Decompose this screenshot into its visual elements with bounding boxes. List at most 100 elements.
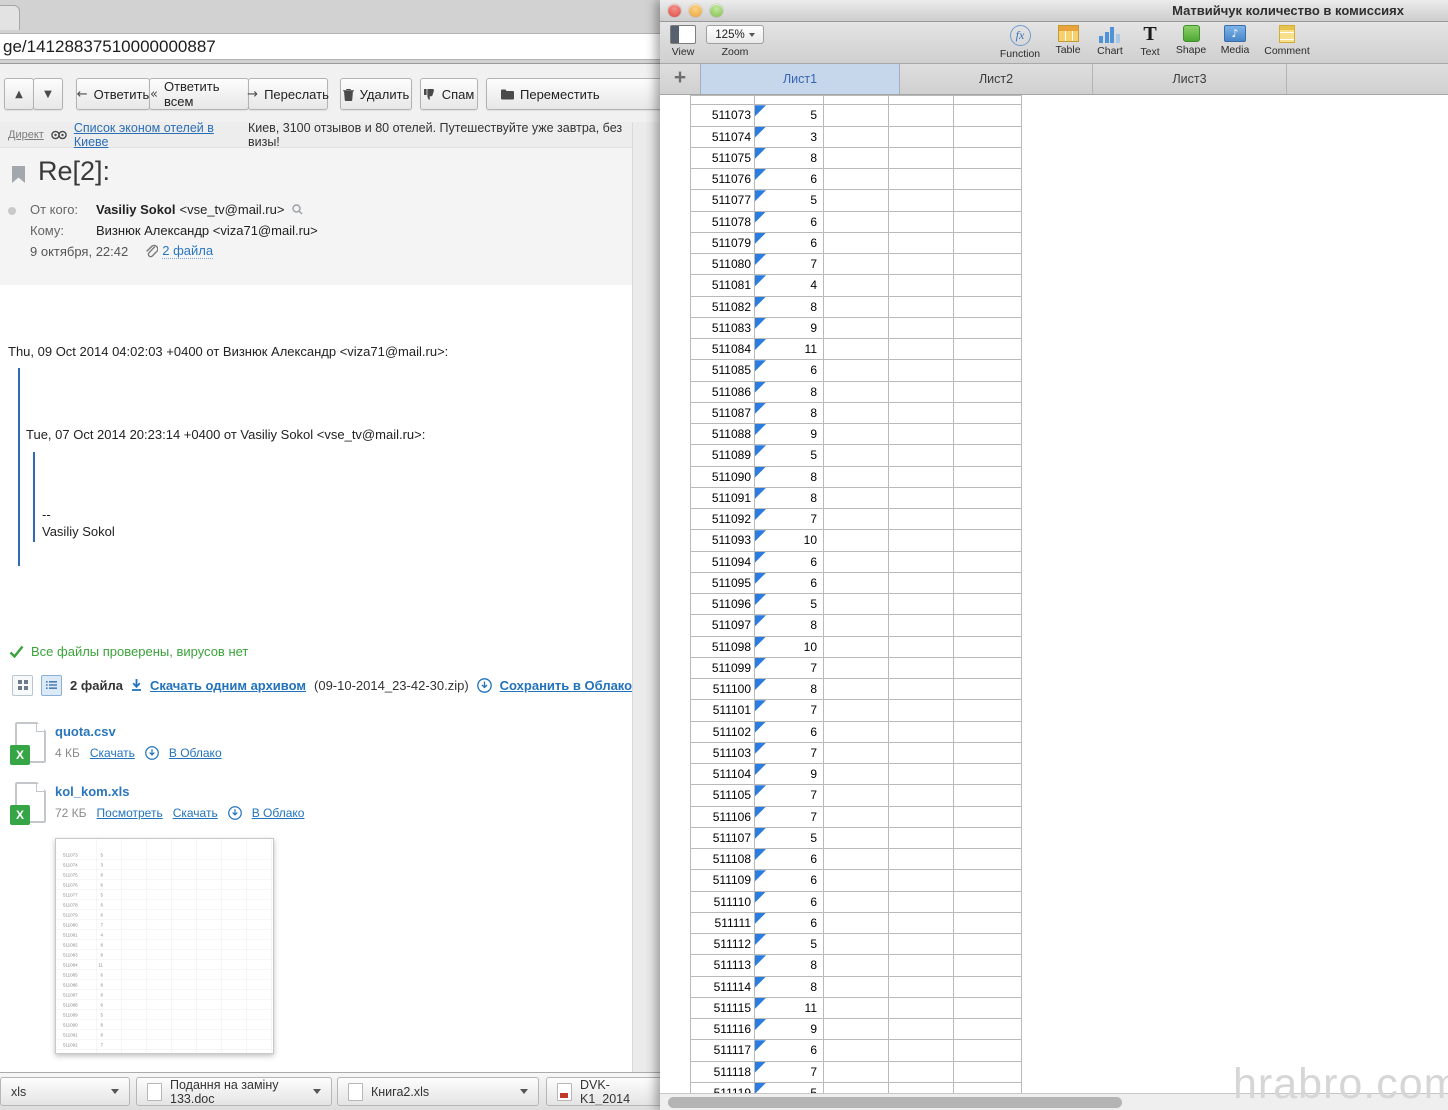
table-cell-value[interactable]: 8 bbox=[755, 977, 824, 998]
table-cell[interactable] bbox=[824, 679, 889, 700]
shape-button[interactable]: Shape bbox=[1170, 25, 1212, 56]
close-window-button[interactable] bbox=[668, 4, 681, 17]
table-cell-id[interactable]: 511102 bbox=[691, 722, 755, 743]
table-cell[interactable] bbox=[954, 722, 1022, 743]
table-cell[interactable] bbox=[889, 467, 954, 488]
table-cell-value[interactable]: 7 bbox=[755, 254, 824, 275]
table-cell[interactable] bbox=[824, 785, 889, 806]
table-cell-value[interactable]: 6 bbox=[755, 233, 824, 254]
table-cell[interactable] bbox=[889, 212, 954, 233]
table-cell-id[interactable]: 511080 bbox=[691, 254, 755, 275]
table-cell[interactable] bbox=[824, 998, 889, 1019]
table-cell-value[interactable]: 5 bbox=[755, 1083, 824, 1093]
table-cell[interactable] bbox=[824, 764, 889, 785]
table-cell[interactable] bbox=[889, 382, 954, 403]
table-cell[interactable] bbox=[954, 1040, 1022, 1061]
table-cell[interactable] bbox=[889, 913, 954, 934]
table-cell-id[interactable]: 511099 bbox=[691, 658, 755, 679]
sheet-tab-3[interactable]: Лист3 bbox=[1093, 64, 1287, 94]
download-item-2[interactable]: Подання на заміну 133.doc bbox=[136, 1077, 332, 1106]
table-cell-id[interactable]: 511081 bbox=[691, 275, 755, 296]
window-titlebar[interactable]: Матвийчук количество в комиссиях bbox=[660, 0, 1448, 22]
grid-view-toggle[interactable] bbox=[12, 675, 33, 696]
table-cell-value[interactable]: 9 bbox=[755, 318, 824, 339]
table-cell[interactable] bbox=[824, 1040, 889, 1061]
table-cell-id[interactable]: 511087 bbox=[691, 403, 755, 424]
table-cell[interactable] bbox=[824, 828, 889, 849]
table-cell-id[interactable]: 511098 bbox=[691, 637, 755, 658]
table-cell[interactable] bbox=[824, 233, 889, 254]
table-cell-id[interactable]: 511085 bbox=[691, 360, 755, 381]
zoom-control[interactable]: 125% Zoom bbox=[706, 25, 764, 58]
table-cell[interactable] bbox=[889, 1062, 954, 1083]
sheet-tab-1[interactable]: Лист1 bbox=[700, 64, 900, 94]
sheet-table[interactable]: 5110735511074351107585110766511077551107… bbox=[690, 95, 1022, 1093]
attachment-name[interactable]: kol_kom.xls bbox=[55, 784, 129, 799]
table-cell-id[interactable]: 511074 bbox=[691, 127, 755, 148]
table-cell-value[interactable]: 10 bbox=[755, 637, 824, 658]
table-cell[interactable] bbox=[954, 1019, 1022, 1040]
table-cell-id[interactable]: 511093 bbox=[691, 530, 755, 551]
ad-link[interactable]: Список эконом отелей в Киеве bbox=[74, 121, 241, 149]
attachment-cloud-link[interactable]: В Облако bbox=[169, 746, 222, 760]
table-cell[interactable] bbox=[889, 424, 954, 445]
table-cell[interactable] bbox=[954, 297, 1022, 318]
table-cell[interactable] bbox=[824, 743, 889, 764]
chevron-down-icon[interactable] bbox=[111, 1089, 119, 1094]
table-cell-id[interactable]: 511090 bbox=[691, 467, 755, 488]
table-cell[interactable] bbox=[889, 1040, 954, 1061]
table-cell-id[interactable]: 511092 bbox=[691, 509, 755, 530]
table-cell-id[interactable]: 511111 bbox=[691, 913, 755, 934]
table-cell-value[interactable]: 7 bbox=[755, 785, 824, 806]
table-cell-id[interactable]: 511109 bbox=[691, 870, 755, 891]
table-cell-value[interactable]: 6 bbox=[755, 552, 824, 573]
table-cell[interactable] bbox=[889, 105, 954, 126]
table-cell[interactable] bbox=[889, 594, 954, 615]
table-cell[interactable] bbox=[824, 722, 889, 743]
function-button[interactable]: fx Function bbox=[996, 25, 1044, 60]
table-cell[interactable] bbox=[824, 870, 889, 891]
table-cell-id[interactable]: 511103 bbox=[691, 743, 755, 764]
table-cell-value[interactable]: 9 bbox=[755, 764, 824, 785]
table-cell[interactable] bbox=[954, 700, 1022, 721]
table-cell-id[interactable]: 511114 bbox=[691, 977, 755, 998]
table-cell-id[interactable]: 511095 bbox=[691, 573, 755, 594]
table-cell-value[interactable]: 6 bbox=[755, 1040, 824, 1061]
table-cell[interactable] bbox=[889, 615, 954, 636]
table-cell[interactable] bbox=[889, 998, 954, 1019]
table-cell[interactable] bbox=[824, 700, 889, 721]
table-cell-value[interactable]: 5 bbox=[755, 445, 824, 466]
table-cell[interactable] bbox=[824, 169, 889, 190]
table-cell-value[interactable]: 6 bbox=[755, 169, 824, 190]
table-cell[interactable] bbox=[954, 743, 1022, 764]
table-cell[interactable] bbox=[954, 190, 1022, 211]
spam-button[interactable]: Спам bbox=[420, 78, 478, 110]
zoom-dropdown[interactable]: 125% bbox=[706, 25, 764, 44]
table-cell[interactable] bbox=[889, 488, 954, 509]
table-cell[interactable] bbox=[954, 849, 1022, 870]
files-count-link[interactable]: 2 файла bbox=[162, 243, 213, 259]
table-cell-value[interactable]: 7 bbox=[755, 658, 824, 679]
table-cell-id[interactable]: 511073 bbox=[691, 105, 755, 126]
list-view-toggle[interactable] bbox=[41, 675, 62, 696]
table-cell[interactable] bbox=[824, 467, 889, 488]
table-cell[interactable] bbox=[889, 552, 954, 573]
table-cell[interactable] bbox=[954, 1062, 1022, 1083]
table-cell-value[interactable]: 8 bbox=[755, 148, 824, 169]
table-cell[interactable] bbox=[824, 530, 889, 551]
view-button[interactable]: View bbox=[670, 25, 696, 58]
table-cell-value[interactable]: 6 bbox=[755, 212, 824, 233]
table-cell-id[interactable]: 511078 bbox=[691, 212, 755, 233]
table-cell[interactable] bbox=[824, 573, 889, 594]
table-cell-value[interactable]: 8 bbox=[755, 382, 824, 403]
table-cell-id[interactable]: 511097 bbox=[691, 615, 755, 636]
table-cell[interactable] bbox=[954, 594, 1022, 615]
table-cell[interactable] bbox=[889, 509, 954, 530]
table-cell-id[interactable]: 511089 bbox=[691, 445, 755, 466]
table-cell[interactable] bbox=[889, 318, 954, 339]
table-cell[interactable] bbox=[889, 573, 954, 594]
table-cell[interactable] bbox=[889, 360, 954, 381]
table-cell[interactable] bbox=[824, 488, 889, 509]
table-cell[interactable] bbox=[824, 1083, 889, 1093]
table-cell-id[interactable]: 511119 bbox=[691, 1083, 755, 1093]
